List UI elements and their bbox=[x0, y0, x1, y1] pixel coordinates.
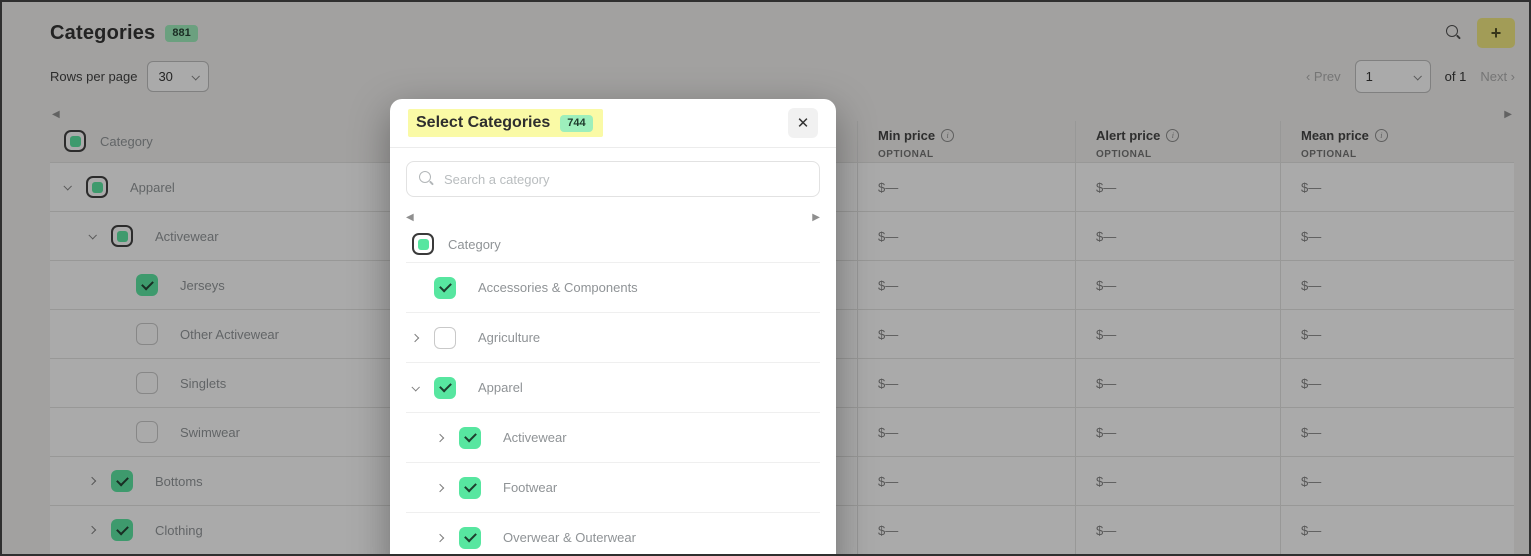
category-checkbox[interactable] bbox=[434, 326, 456, 349]
chevron-right-icon bbox=[435, 483, 445, 492]
modal-title: Select Categories bbox=[416, 114, 551, 131]
tree-header-row: Category bbox=[406, 226, 820, 262]
category-label: Apparel bbox=[478, 380, 523, 395]
category-label: Accessories & Components bbox=[478, 280, 638, 295]
category-label: Footwear bbox=[503, 480, 558, 495]
tree-row: Agriculture bbox=[406, 312, 820, 362]
expand-toggle[interactable] bbox=[435, 483, 459, 492]
category-checkbox[interactable] bbox=[459, 526, 481, 549]
expand-toggle[interactable] bbox=[435, 533, 459, 542]
modal-header: Select Categories 744 ✕ bbox=[390, 99, 836, 148]
search-icon bbox=[418, 170, 436, 188]
chevron-right-icon bbox=[435, 533, 445, 542]
modal-title-highlight: Select Categories 744 bbox=[408, 109, 603, 137]
category-search bbox=[406, 161, 820, 197]
expand-toggle[interactable] bbox=[435, 433, 459, 442]
category-label: Activewear bbox=[503, 430, 567, 445]
modal-count-badge: 744 bbox=[560, 114, 593, 132]
close-button[interactable]: ✕ bbox=[788, 108, 818, 138]
tree-row: Apparel bbox=[406, 362, 820, 412]
app-window: Categories 881 + Rows per page 30 ‹ Prev… bbox=[0, 0, 1531, 556]
tree-rows: Accessories & Components Agriculture Appar… bbox=[406, 262, 820, 554]
category-checkbox[interactable] bbox=[459, 426, 481, 449]
modal-category-tree: ◀ ▶ Category Accessories & Components Agr… bbox=[406, 209, 820, 554]
select-categories-modal: Select Categories 744 ✕ ◀ ▶ Category Acc… bbox=[390, 99, 836, 554]
expand-toggle[interactable] bbox=[410, 333, 434, 342]
expand-toggle[interactable] bbox=[411, 382, 434, 392]
category-checkbox[interactable] bbox=[434, 376, 456, 399]
category-checkbox[interactable] bbox=[434, 276, 456, 299]
tree-row: Accessories & Components bbox=[406, 262, 820, 312]
tree-row: Footwear bbox=[406, 462, 820, 512]
chevron-right-icon bbox=[410, 333, 420, 342]
chevron-down-icon bbox=[411, 382, 420, 392]
category-checkbox[interactable] bbox=[459, 476, 481, 499]
category-search-input[interactable] bbox=[444, 171, 808, 187]
tree-row: Overwear & Outerwear bbox=[406, 512, 820, 554]
category-label: Overwear & Outerwear bbox=[503, 530, 636, 545]
tree-row: Activewear bbox=[406, 412, 820, 462]
scroll-left-icon[interactable]: ◀ bbox=[406, 212, 414, 223]
chevron-right-icon bbox=[435, 433, 445, 442]
category-label: Agriculture bbox=[478, 330, 541, 345]
scroll-right-icon[interactable]: ▶ bbox=[812, 212, 820, 223]
tree-header-label: Category bbox=[448, 236, 501, 252]
select-all-checkbox[interactable] bbox=[412, 233, 434, 255]
tree-scroll-arrows: ◀ ▶ bbox=[406, 209, 820, 226]
